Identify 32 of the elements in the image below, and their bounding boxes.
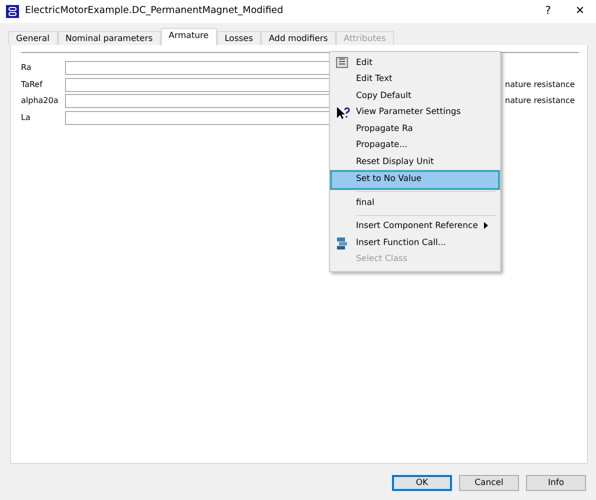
dialog-button[interactable]: Info <box>526 475 586 491</box>
menu-item[interactable]: Reset Display Unit <box>332 154 498 170</box>
tab[interactable]: Armature <box>160 28 217 45</box>
menu-item[interactable]: Propagate... <box>332 138 498 154</box>
tab[interactable]: Losses <box>216 31 261 45</box>
menu-item[interactable]: Insert Component Reference <box>332 218 498 235</box>
list-icon <box>336 57 348 68</box>
whats-this-icon <box>336 106 350 120</box>
app-icon <box>6 5 19 18</box>
tab[interactable]: General <box>8 31 58 45</box>
parameter-description: nature resistance <box>505 95 575 108</box>
menu-item[interactable]: Edit <box>332 55 498 72</box>
dialog-button[interactable]: Cancel <box>459 475 519 491</box>
help-button[interactable]: ? <box>532 3 564 20</box>
parameter-label: TaRef <box>21 78 44 91</box>
parameter-label: alpha20a <box>21 95 60 108</box>
menu-item[interactable]: Insert Function Call... <box>332 235 498 252</box>
menu-item[interactable]: Set to No Value <box>332 172 498 188</box>
parameter-description: nature resistance <box>505 78 575 91</box>
menu-item[interactable]: final <box>332 195 498 212</box>
close-button[interactable]: ✕ <box>564 3 596 20</box>
menu-item[interactable]: Edit Text <box>332 72 498 88</box>
tab[interactable]: Nominal parameters <box>58 31 161 45</box>
window-title: ElectricMotorExample.DC_PermanentMagnet_Modified <box>25 4 284 18</box>
menu-item[interactable]: Copy Default <box>332 88 498 104</box>
parameter-label: Ra <box>21 62 32 74</box>
parameter-label: La <box>21 112 32 124</box>
dialog-button[interactable]: OK <box>392 475 452 491</box>
tab[interactable]: Add modifiers <box>260 31 336 45</box>
function-icon <box>336 237 348 250</box>
menu-item[interactable]: Propagate Ra <box>332 121 498 138</box>
menu-item[interactable]: View Parameter Settings <box>332 104 498 121</box>
